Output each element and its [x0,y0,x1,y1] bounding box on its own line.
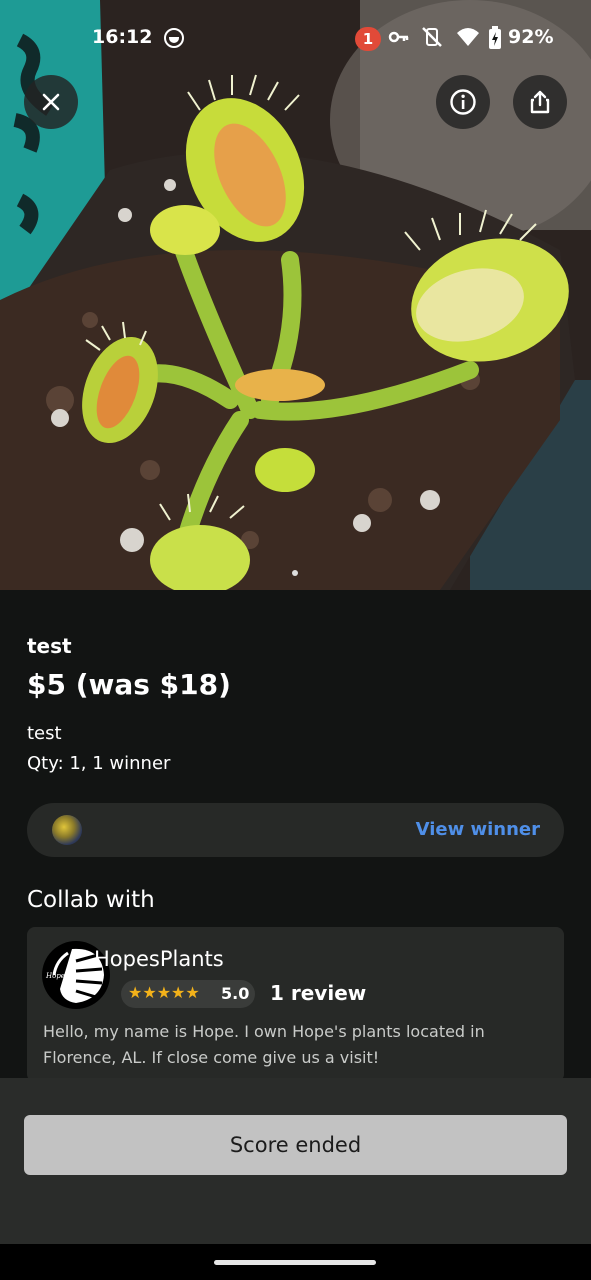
product-photo[interactable]: 16:12 1 92% [0,0,591,590]
battery-percentage: 92% [508,26,554,48]
listing-title: test [27,634,72,658]
carousel-page-indicator [292,570,298,576]
share-button[interactable] [513,75,567,129]
app-notification-icon [164,28,184,48]
close-button[interactable] [24,75,78,129]
view-winner-link[interactable]: View winner [416,819,540,840]
home-indicator[interactable] [214,1260,376,1265]
listing-quantity: Qty: 1, 1 winner [27,753,171,774]
info-icon [450,89,476,115]
collab-heading: Collab with [27,887,155,913]
share-icon [530,90,550,114]
close-icon [42,93,60,111]
listing-price: $5 (was $18) [27,668,231,701]
battery-icon [489,26,501,49]
status-bar: 16:12 1 92% [0,0,591,78]
score-ended-button[interactable]: Score ended [24,1115,567,1175]
vibrate-off-icon [422,27,442,47]
system-navigation-bar [0,1244,591,1280]
wifi-icon [457,28,479,46]
key-icon [388,31,409,43]
notification-badge: 1 [355,27,381,51]
listing-description: test [27,723,62,744]
review-count[interactable]: 1 review [270,981,366,1005]
winner-row[interactable]: View winner [27,803,564,857]
venus-flytrap-image [0,0,591,590]
status-time: 16:12 [92,26,153,48]
winner-avatar [52,815,82,845]
seller-bio: Hello, my name is Hope. I own Hope's pla… [43,1022,485,1067]
rating-badge: ★★★★★ 5.0 [121,980,255,1008]
rating-stars: ★★★★★ [128,983,200,1002]
rating-value: 5.0 [221,984,250,1003]
info-button[interactable] [436,75,490,129]
seller-name[interactable]: HopesPlants [94,947,224,971]
logo-text: Hope's Plants [45,972,95,980]
